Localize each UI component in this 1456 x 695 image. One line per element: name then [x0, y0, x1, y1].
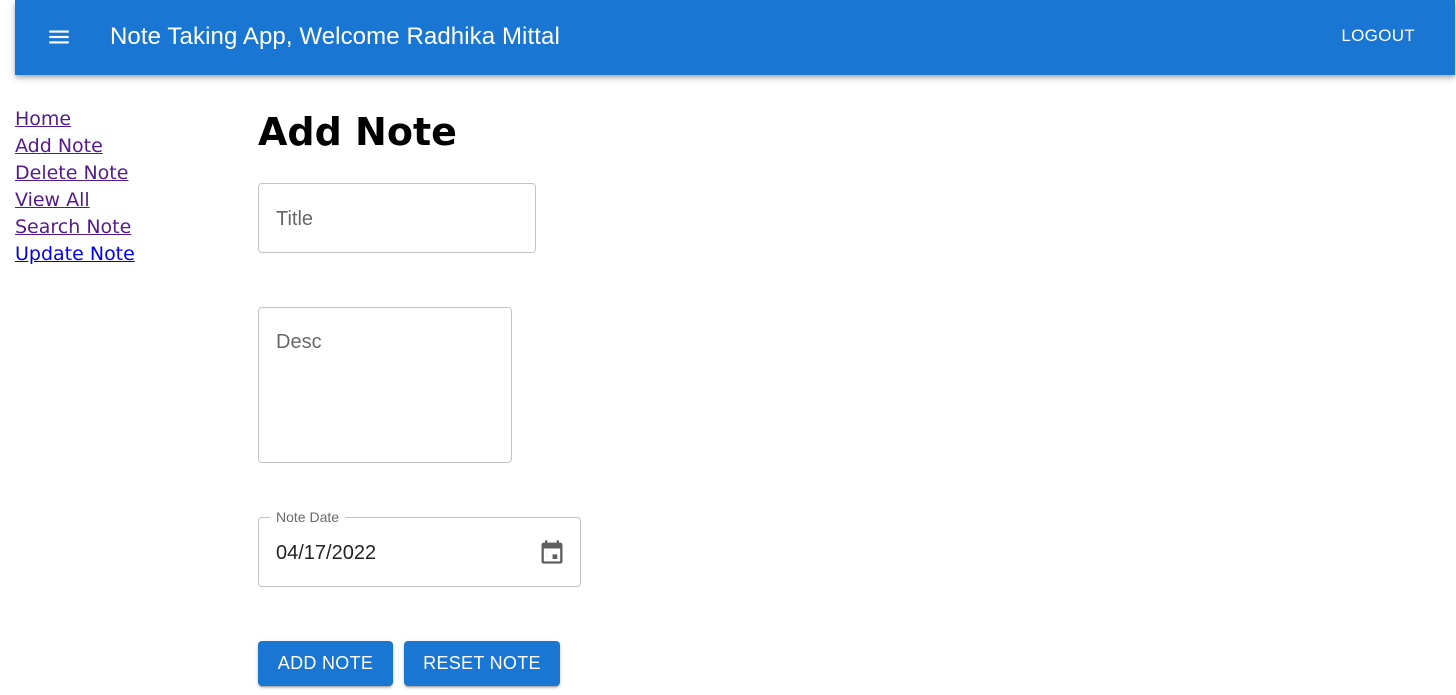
- note-date-label: Note Date: [270, 508, 346, 526]
- desc-input[interactable]: [276, 330, 498, 450]
- sidebar-item-home[interactable]: Home: [15, 106, 215, 133]
- title-field: [258, 183, 536, 253]
- sidebar-item-view-all[interactable]: View All: [15, 187, 215, 214]
- sidebar-item-add-note[interactable]: Add Note: [15, 133, 215, 160]
- reset-note-button[interactable]: RESET NOTE: [404, 641, 560, 686]
- note-date-field: Note Date: [258, 508, 581, 587]
- menu-icon[interactable]: [35, 15, 83, 59]
- add-note-button[interactable]: ADD NOTE: [258, 641, 393, 686]
- logout-button[interactable]: LOGOUT: [1329, 20, 1427, 52]
- sidebar-item-search-note[interactable]: Search Note: [15, 214, 215, 241]
- title-input[interactable]: [276, 206, 521, 232]
- sidebar-item-update-note[interactable]: Update Note: [15, 241, 215, 268]
- note-date-input[interactable]: [276, 540, 516, 566]
- page-title: Add Note: [258, 110, 457, 154]
- sidebar-nav: Home Add Note Delete Note View All Searc…: [15, 106, 215, 268]
- app-bar: Note Taking App, Welcome Radhika Mittal …: [15, 0, 1455, 75]
- calendar-icon[interactable]: [538, 538, 566, 566]
- desc-field: [258, 307, 512, 463]
- app-title: Note Taking App, Welcome Radhika Mittal: [110, 23, 560, 50]
- sidebar-item-delete-note[interactable]: Delete Note: [15, 160, 215, 187]
